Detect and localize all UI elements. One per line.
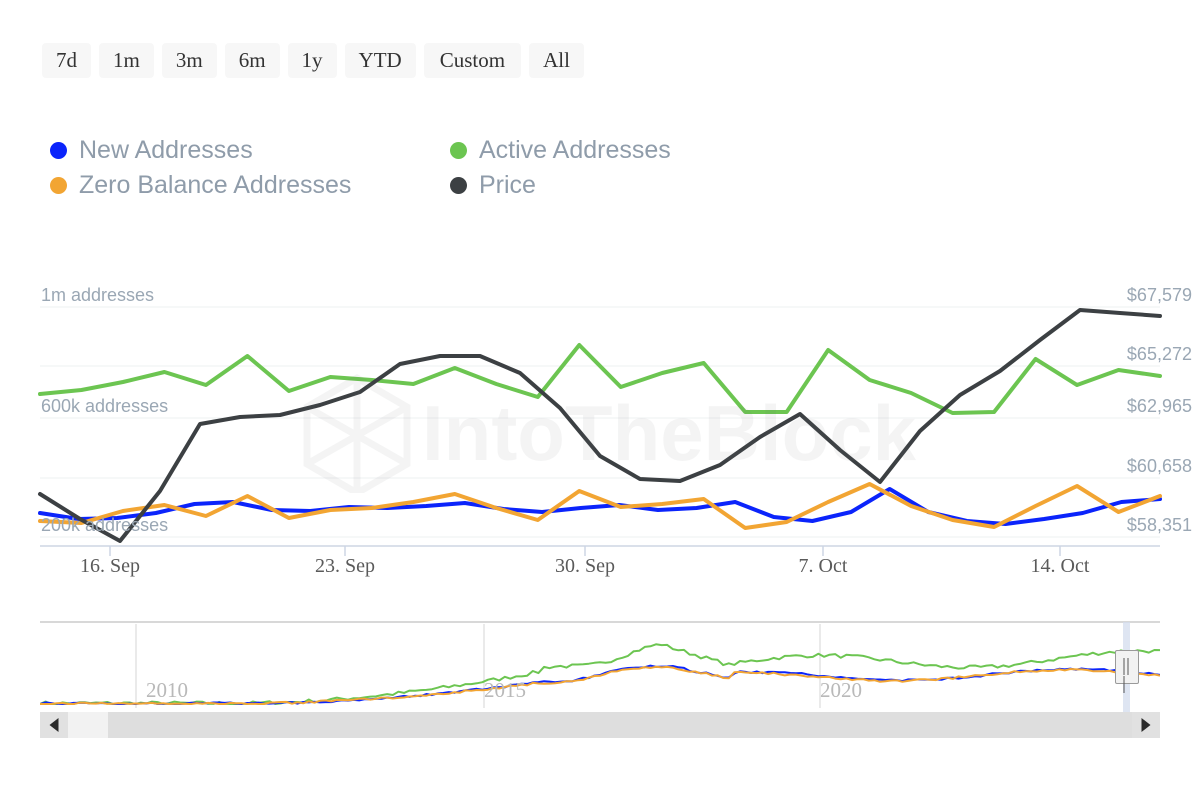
y-axis-left-label: 600k addresses bbox=[41, 396, 168, 417]
navigator-series bbox=[40, 620, 1160, 708]
y-axis-left-label: 1m addresses bbox=[41, 285, 154, 306]
navigator[interactable] bbox=[40, 620, 1160, 715]
x-axis-label: 14. Oct bbox=[1031, 555, 1090, 578]
scroll-right-button[interactable] bbox=[1132, 712, 1160, 738]
chart-widget: 7d1m3m6m1yYTDCustomAll New Addresses Act… bbox=[0, 0, 1200, 800]
y-axis-right-label: $60,658 bbox=[1127, 456, 1192, 477]
scroll-left-button[interactable] bbox=[40, 712, 68, 738]
navigator-series-line bbox=[40, 666, 1160, 704]
y-axis-right-label: $62,965 bbox=[1127, 396, 1192, 417]
navigator-scrollbar-thumb[interactable] bbox=[108, 712, 1132, 738]
handle-grip-icon bbox=[1122, 658, 1133, 694]
navigator-year-label-2010: 2010 bbox=[146, 678, 188, 703]
y-axis-right-label: $67,579 bbox=[1127, 285, 1192, 306]
navigator-year-label-2015: 2015 bbox=[484, 678, 526, 703]
y-axis-right-label: $58,351 bbox=[1127, 515, 1192, 536]
navigator-year-label-2020: 2020 bbox=[820, 678, 862, 703]
y-axis-right-label: $65,272 bbox=[1127, 344, 1192, 365]
x-axis-label: 30. Sep bbox=[555, 555, 615, 578]
x-axis-label: 16. Sep bbox=[80, 555, 140, 578]
scroll-left-arrow-icon bbox=[50, 718, 59, 732]
series-line-new-addresses bbox=[40, 489, 1160, 524]
navigator-right-handle[interactable] bbox=[1115, 650, 1139, 684]
x-axis-label: 23. Sep bbox=[315, 555, 375, 578]
y-axis-left-label: 200k addresses bbox=[41, 515, 168, 536]
series-line-active-addresses bbox=[40, 345, 1160, 413]
scroll-right-arrow-icon bbox=[1142, 718, 1151, 732]
x-axis-label: 7. Oct bbox=[799, 555, 848, 578]
